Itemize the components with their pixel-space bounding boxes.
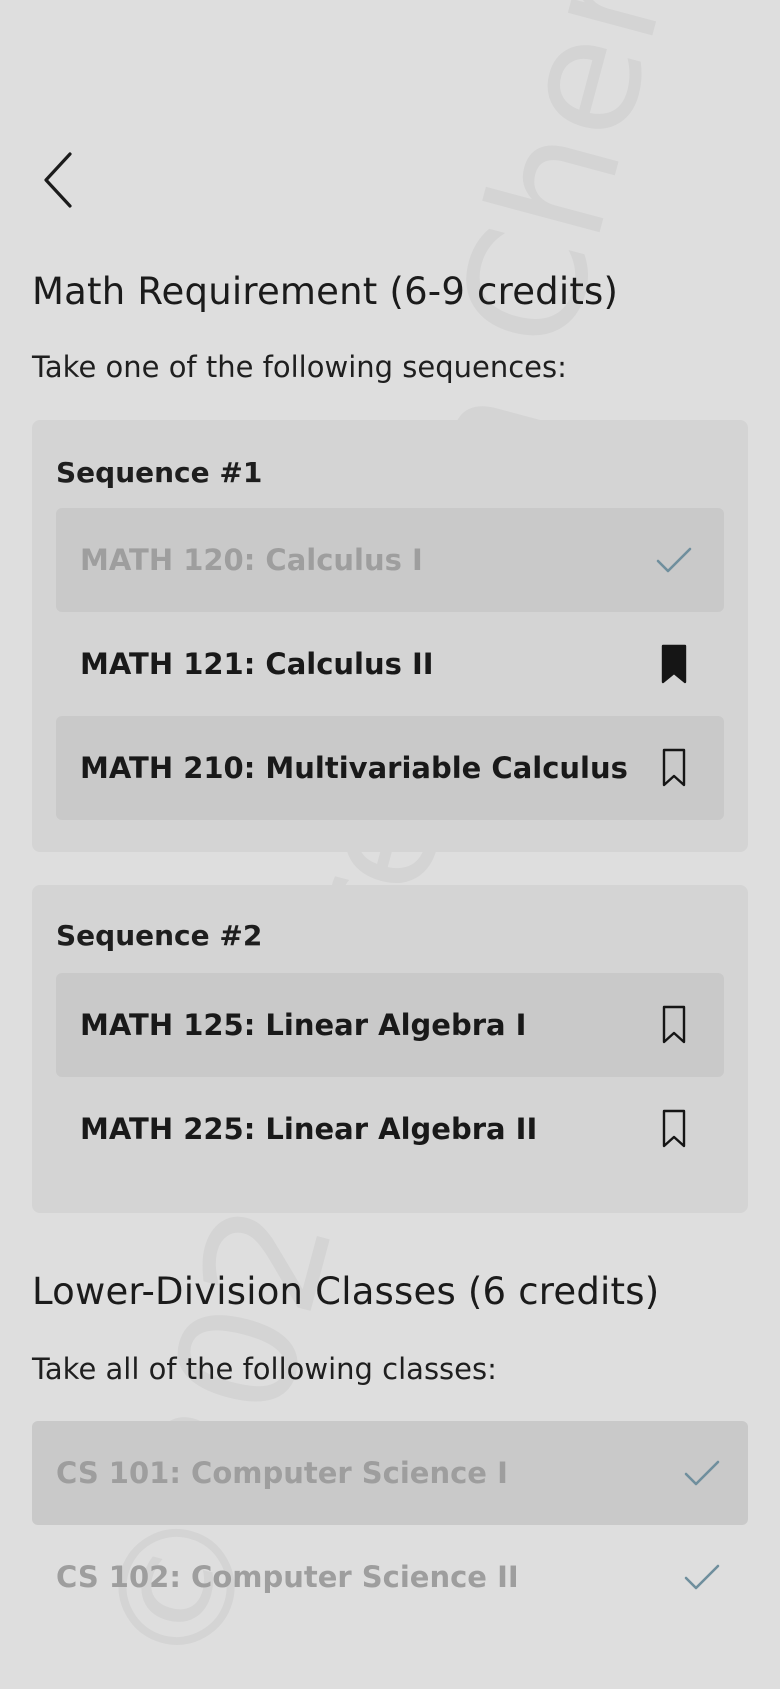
sequence-2-title: Sequence #2: [56, 919, 263, 952]
lower-division-title: Lower-Division Classes (6 credits): [32, 1270, 660, 1313]
course-math-210[interactable]: MATH 210: Multivariable Calculus: [56, 716, 724, 820]
course-label: CS 101: Computer Science I: [56, 1456, 508, 1490]
math-requirement-title: Math Requirement (6-9 credits): [32, 270, 619, 313]
bookmark-outline-icon[interactable]: [652, 746, 696, 790]
check-icon: [680, 1555, 724, 1599]
course-math-121[interactable]: MATH 121: Calculus II: [56, 612, 724, 716]
course-label: MATH 120: Calculus I: [80, 543, 423, 577]
screen: ©2023 Brendan Chen Math Requirement (6-9…: [0, 0, 780, 1689]
course-math-225[interactable]: MATH 225: Linear Algebra II: [56, 1077, 724, 1181]
sequence-1-card: Sequence #1 MATH 120: Calculus I MATH 12…: [32, 420, 748, 852]
math-requirement-subtitle: Take one of the following sequences:: [32, 350, 567, 384]
sequence-1-title: Sequence #1: [56, 456, 263, 489]
sequence-2-card: Sequence #2 MATH 125: Linear Algebra I M…: [32, 885, 748, 1213]
bookmark-outline-icon[interactable]: [652, 1003, 696, 1047]
bookmark-filled-icon[interactable]: [652, 642, 696, 686]
course-math-120[interactable]: MATH 120: Calculus I: [56, 508, 724, 612]
course-label: MATH 210: Multivariable Calculus: [80, 751, 628, 785]
check-icon: [652, 538, 696, 582]
course-label: CS 102: Computer Science II: [56, 1560, 519, 1594]
chevron-left-icon: [32, 152, 88, 218]
lower-division-subtitle: Take all of the following classes:: [32, 1352, 497, 1386]
course-cs-102[interactable]: CS 102: Computer Science II: [32, 1525, 748, 1629]
course-math-125[interactable]: MATH 125: Linear Algebra I: [56, 973, 724, 1077]
course-label: MATH 121: Calculus II: [80, 647, 434, 681]
bookmark-outline-icon[interactable]: [652, 1107, 696, 1151]
check-icon: [680, 1451, 724, 1495]
course-cs-101[interactable]: CS 101: Computer Science I: [32, 1421, 748, 1525]
course-label: MATH 225: Linear Algebra II: [80, 1112, 538, 1146]
back-button[interactable]: [32, 146, 88, 214]
course-label: MATH 125: Linear Algebra I: [80, 1008, 527, 1042]
